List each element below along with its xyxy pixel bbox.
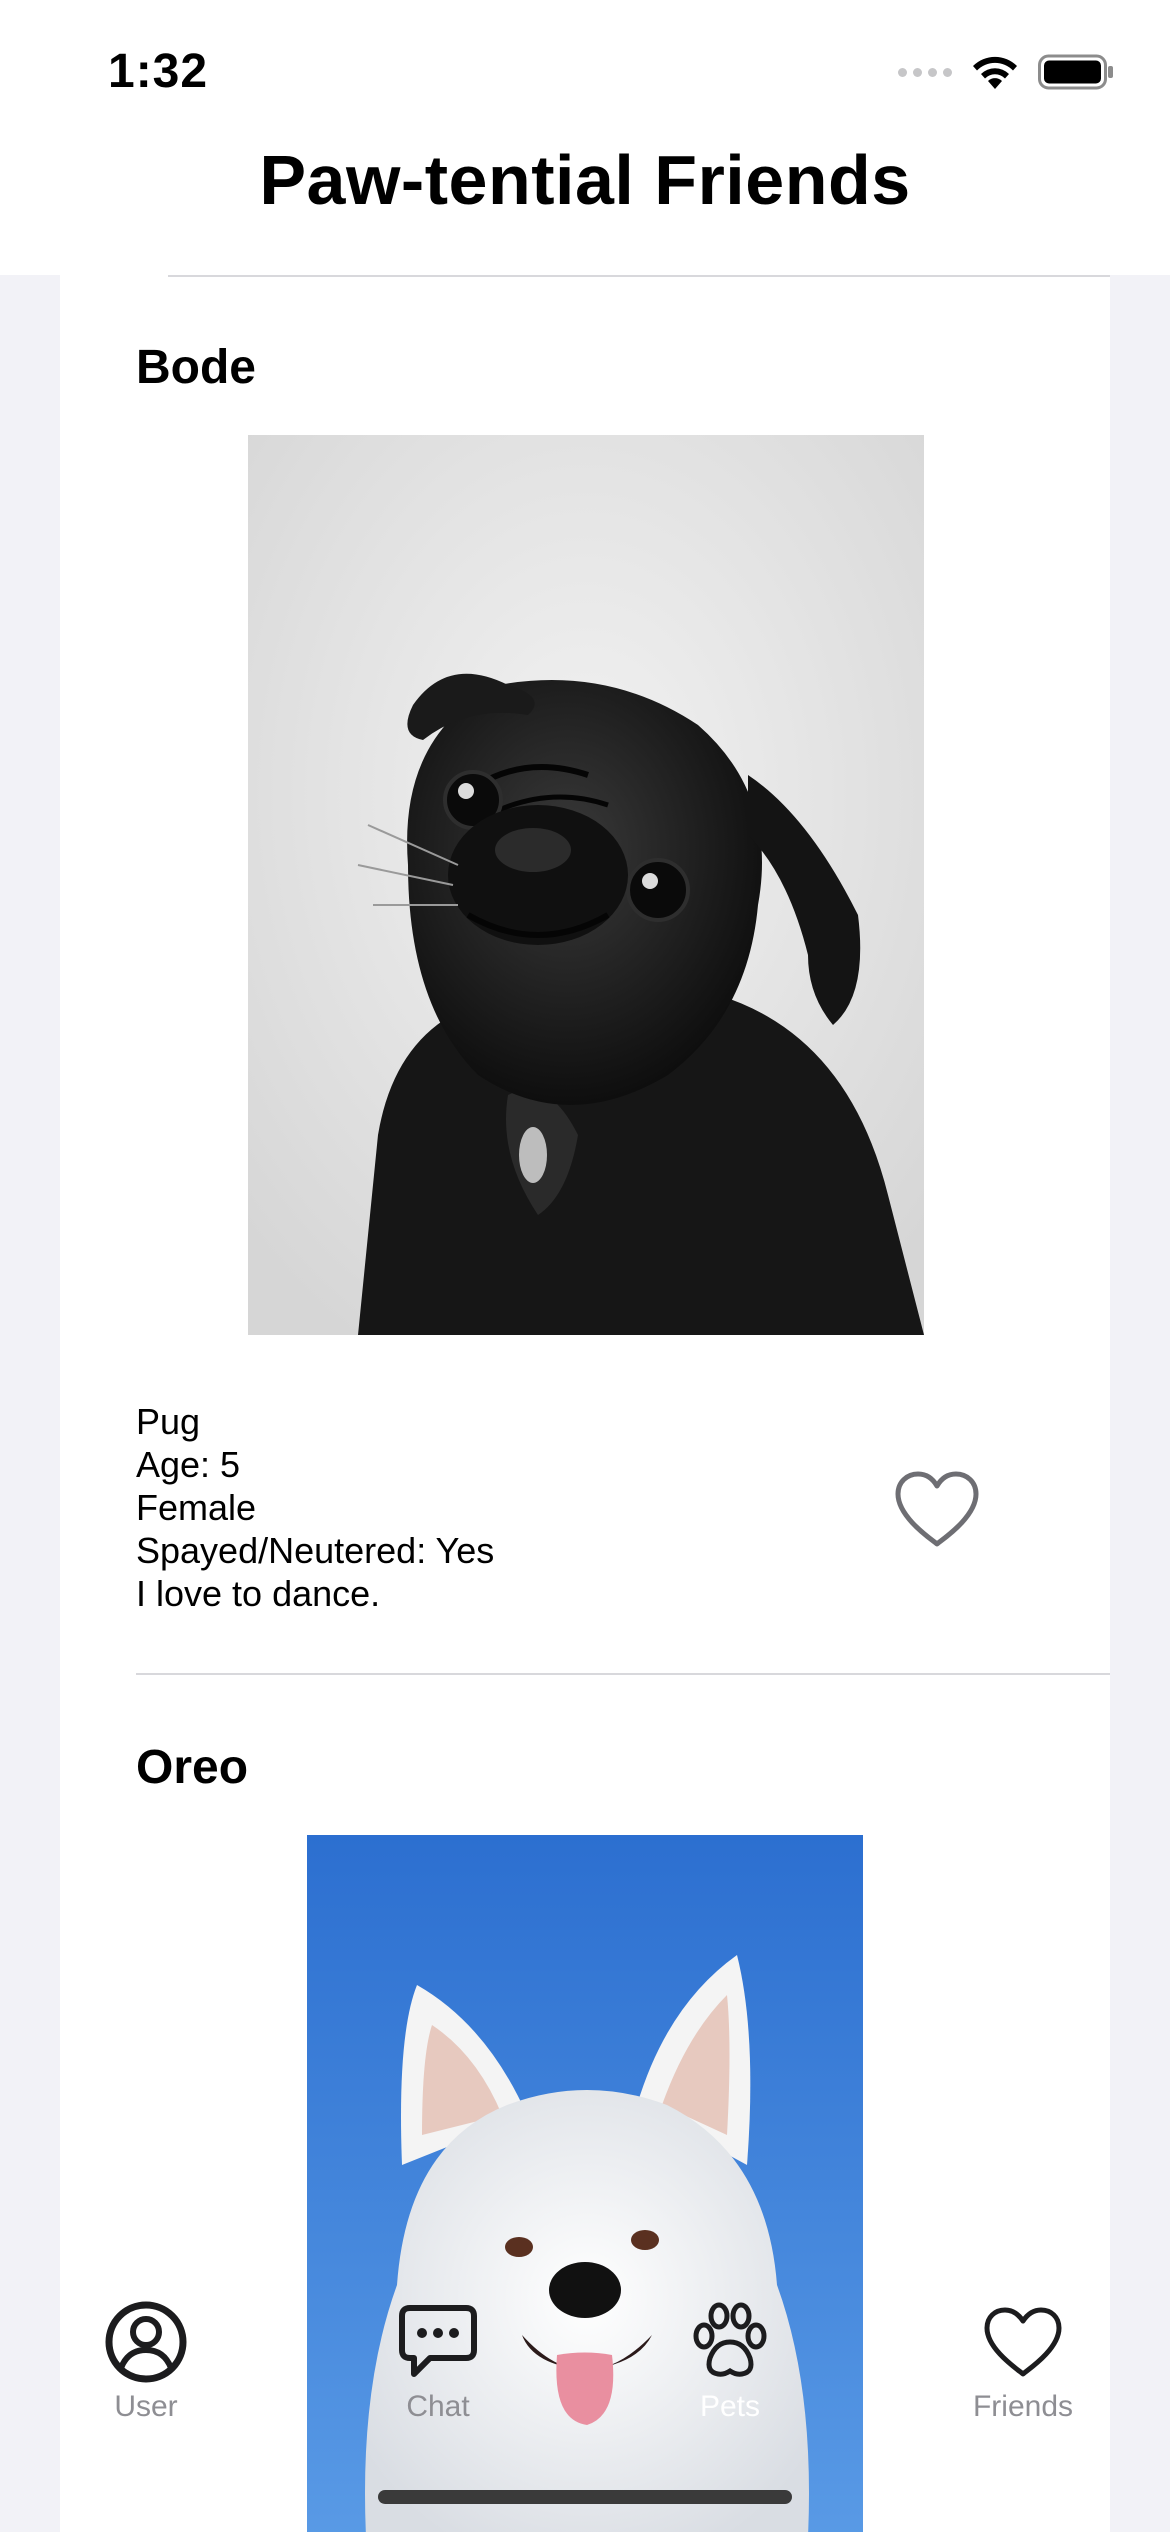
tab-label: Chat — [406, 2390, 470, 2423]
header: 1:32 Paw-tential Friends — [0, 0, 1170, 275]
heart-outline-icon — [895, 1471, 979, 1547]
person-circle-icon — [105, 2301, 187, 2383]
pet-photo-pug — [248, 435, 924, 1335]
pet-name: Bode — [136, 341, 256, 394]
pet-age: Age: 5 — [136, 1444, 241, 1485]
status-time: 1:32 — [108, 45, 209, 98]
pet-name: Oreo — [136, 1741, 249, 1794]
home-indicator[interactable] — [378, 2490, 792, 2504]
heart-icon — [984, 2307, 1062, 2377]
pet-list[interactable]: Bode Pug Age: 5 Female Spayed/Neutered: … — [60, 275, 1110, 2532]
pet-bio: I love to dance. — [136, 1573, 381, 1614]
wifi-icon — [973, 56, 1017, 89]
paw-icon — [693, 2302, 767, 2377]
tab-pets[interactable]: Pets — [640, 2300, 820, 2424]
tab-label: Friends — [972, 2390, 1074, 2423]
tab-friends[interactable]: Friends — [933, 2300, 1113, 2424]
pet-spayed: Spayed/Neutered: Yes — [136, 1530, 495, 1571]
pet-breed: Pug — [136, 1401, 201, 1442]
tab-label: User — [114, 2390, 178, 2423]
pet-card: Bode Pug Age: 5 Female Spayed/Neutered: … — [60, 275, 1110, 1675]
pet-sex: Female — [136, 1487, 257, 1528]
cellular-signal-icon — [898, 67, 952, 77]
status-icons — [898, 52, 1114, 92]
pet-details: Pug Age: 5 Female Spayed/Neutered: Yes I… — [136, 1400, 494, 1615]
chat-bubble-icon — [399, 2305, 477, 2377]
page-title: Paw-tential Friends — [259, 141, 911, 219]
battery-icon — [1038, 54, 1113, 90]
screen: 1:32 Paw-tential Friends Bode Pug Age: 5… — [0, 0, 1170, 2532]
tab-user[interactable]: User — [56, 2300, 236, 2424]
tab-chat[interactable]: Chat — [348, 2300, 528, 2424]
tab-label: Pets — [699, 2390, 761, 2423]
like-button[interactable] — [892, 1470, 982, 1550]
